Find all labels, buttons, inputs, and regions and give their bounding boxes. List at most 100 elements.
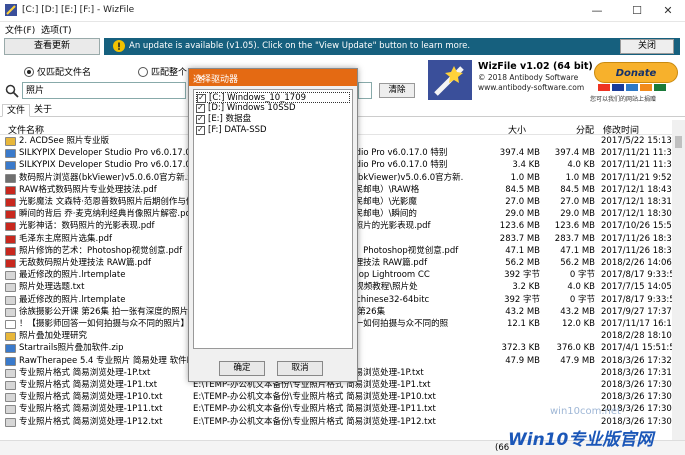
file-size-cell: 392 字节 [504, 270, 540, 281]
file-size-cell: 397.4 MB [499, 148, 540, 159]
file-size-cell: 27.0 MB [505, 197, 540, 207]
file-date-cell: 2018/2/26 14:06:29 [601, 258, 672, 268]
update-banner-text: An update is available (v1.05). Click on… [129, 41, 471, 51]
close-window-button[interactable]: ✕ [651, 0, 685, 22]
file-type-icon [5, 368, 16, 378]
file-type-icon [5, 381, 16, 390]
file-alloc-cell: 397.4 MB [554, 148, 595, 159]
file-name-cell: 毛泽东主席照片选集.pdf [19, 233, 112, 244]
drive-item[interactable]: [E:] 数据盘 [196, 113, 252, 125]
menu-bar: 文件(F) 选项(T) [0, 22, 685, 36]
file-size-cell: 123.6 MB [499, 221, 540, 232]
drive-list[interactable]: [C:] Windows_10_1709[D:] Windows 10SSD[E… [193, 89, 353, 349]
dialog-title-bar: 选择驱动器 ✕ [189, 69, 357, 86]
file-alloc-cell: 0 字节 [569, 294, 595, 305]
file-date-cell: 2017/12/1 18:43:49 [601, 184, 672, 195]
file-name-cell: 瞬间的背后 乔·麦克纳利经典肖像照片解密.pdf [19, 209, 189, 220]
website-link[interactable]: www.antibody-software.com [478, 83, 584, 92]
minimize-button[interactable]: — [580, 0, 614, 22]
file-name-cell: 照片处理选题.txt [19, 282, 85, 293]
file-size-cell: 12.1 KB [506, 319, 540, 329]
ok-button[interactable]: 确定 [219, 361, 265, 376]
scrollbar-thumb[interactable] [675, 136, 682, 148]
file-type-icon [5, 259, 16, 268]
file-name-cell: 照片修饰的艺术：Photoshop视觉创意.pdf [19, 245, 183, 256]
cancel-button[interactable]: 取消 [277, 361, 323, 376]
file-size-cell: 283.7 MB [499, 233, 540, 244]
clear-button[interactable]: 清除 [379, 83, 415, 98]
match-filename-radio[interactable]: 仅匹配文件名 [24, 65, 91, 78]
table-row[interactable]: 专业照片格式 简易浏览处理-1P10.txt E:\TEMP-办公机文本备份\专业… [0, 391, 672, 403]
file-size-cell: 3.2 KB [512, 282, 540, 293]
view-update-button[interactable]: 查看更新 [4, 38, 100, 55]
file-alloc-cell: 12.0 KB [561, 319, 595, 329]
menu-options[interactable]: 选项(T) [41, 23, 72, 36]
drive-label: [E:] 数据盘 [208, 114, 252, 124]
file-name-cell: 无敌数码照片处理技法 RAW篇.pdf [19, 258, 152, 268]
file-date-cell: 2018/3/26 17:30:44 [601, 380, 672, 390]
file-type-icon [5, 173, 16, 183]
search-input[interactable]: 照片 [22, 82, 186, 99]
file-type-icon [5, 149, 16, 159]
tab-files[interactable]: 文件 [2, 104, 31, 117]
match-path-label: 匹配整个 [151, 68, 188, 78]
file-type-icon [5, 246, 16, 256]
file-alloc-cell: 47.9 MB [560, 355, 595, 366]
drive-item[interactable]: [C:] Windows_10_1709 [196, 92, 350, 103]
drive-checkbox[interactable] [196, 102, 205, 113]
radio-selected-indicator [24, 66, 34, 77]
file-date-cell: 2017/11/21 11:34:16 [601, 148, 672, 159]
file-size-cell: 47.1 MB [505, 245, 540, 256]
file-date-cell: 2017/5/22 15:13:20 [601, 136, 672, 146]
file-alloc-cell: 56.2 MB [560, 258, 595, 268]
file-alloc-cell: 0 字节 [569, 270, 595, 281]
file-alloc-cell: 4.0 KB [567, 160, 595, 171]
file-type-icon [5, 185, 16, 195]
file-type-icon [5, 393, 16, 403]
file-type-icon [5, 198, 16, 207]
file-date-cell: 2018/2/28 18:10:51 [601, 331, 672, 342]
file-name-cell: 照片叠加处理研究 [19, 331, 88, 342]
drive-item[interactable]: [D:] Windows 10SSD [196, 102, 296, 114]
file-name-cell: 2. ACDSee 照片专业版 [19, 136, 110, 146]
file-date-cell: 2017/9/27 17:37:06 [601, 306, 672, 317]
file-date-cell: 2017/4/1 15:51:59 [601, 343, 672, 354]
file-alloc-cell: 283.7 MB [554, 233, 595, 244]
close-banner-button[interactable]: 关闭 [620, 39, 674, 54]
file-type-icon [5, 283, 16, 293]
file-alloc-cell: 29.0 MB [560, 209, 595, 220]
maximize-button[interactable]: ☐ [620, 0, 654, 22]
file-date-cell: 2017/11/26 18:38:00 [601, 233, 672, 244]
file-alloc-cell: 1.0 MB [565, 172, 595, 183]
drive-checkbox[interactable] [196, 124, 205, 135]
match-path-radio[interactable]: 匹配整个 [138, 65, 187, 78]
drive-item[interactable]: [F:] DATA-SSD [196, 124, 267, 136]
file-type-icon [5, 210, 16, 220]
tab-about[interactable]: 关于 [30, 104, 56, 117]
menu-file[interactable]: 文件(F) [5, 23, 35, 36]
file-alloc-cell: 47.1 MB [560, 245, 595, 256]
file-alloc-cell: 84.5 MB [560, 184, 595, 195]
update-banner: An update is available (v1.05). Click on… [104, 38, 680, 55]
app-version-label: WizFile v1.02 (64 bit) [478, 61, 593, 72]
file-alloc-cell: 27.0 MB [560, 197, 595, 207]
file-name-cell: 专业照片格式 简易浏览处理-1P.txt [19, 367, 151, 378]
title-bar: [C:] [D:] [E:] [F:] - WizFile — ☐ ✕ [0, 0, 685, 22]
file-name-cell: 数码照片浏览器(bkViewer)v5.0.6.0官方新.zip [19, 172, 189, 183]
donate-button[interactable]: Donate [594, 62, 678, 92]
file-date-cell: 2017/7/15 14:05:05 [601, 282, 672, 293]
file-path-cell: E:\TEMP-办公机文本备份\专业照片格式 简易浏览处理-1P10.txt [193, 392, 436, 403]
drive-checkbox[interactable] [196, 113, 205, 124]
dialog-close-button[interactable]: ✕ [193, 72, 209, 87]
file-size-cell: 47.9 MB [505, 355, 540, 366]
file-date-cell: 2017/11/17 16:17:56 [601, 319, 672, 329]
watermark-logo: Win10专业版官网 [508, 430, 654, 450]
file-date-cell: 2018/3/26 17:31:00 [601, 367, 672, 378]
search-input-end[interactable] [358, 82, 372, 99]
file-name-cell: SILKYPIX Developer Studio Pro v6.0.17.0 … [19, 148, 189, 159]
file-date-cell: 2018/3/26 17:32:20 [601, 355, 672, 366]
vertical-scrollbar[interactable] [672, 120, 685, 440]
file-size-cell: 3.4 KB [512, 160, 540, 171]
file-name-cell: 光影神话：数码照片的光影表现.pdf [19, 221, 155, 232]
file-type-icon [5, 356, 16, 366]
